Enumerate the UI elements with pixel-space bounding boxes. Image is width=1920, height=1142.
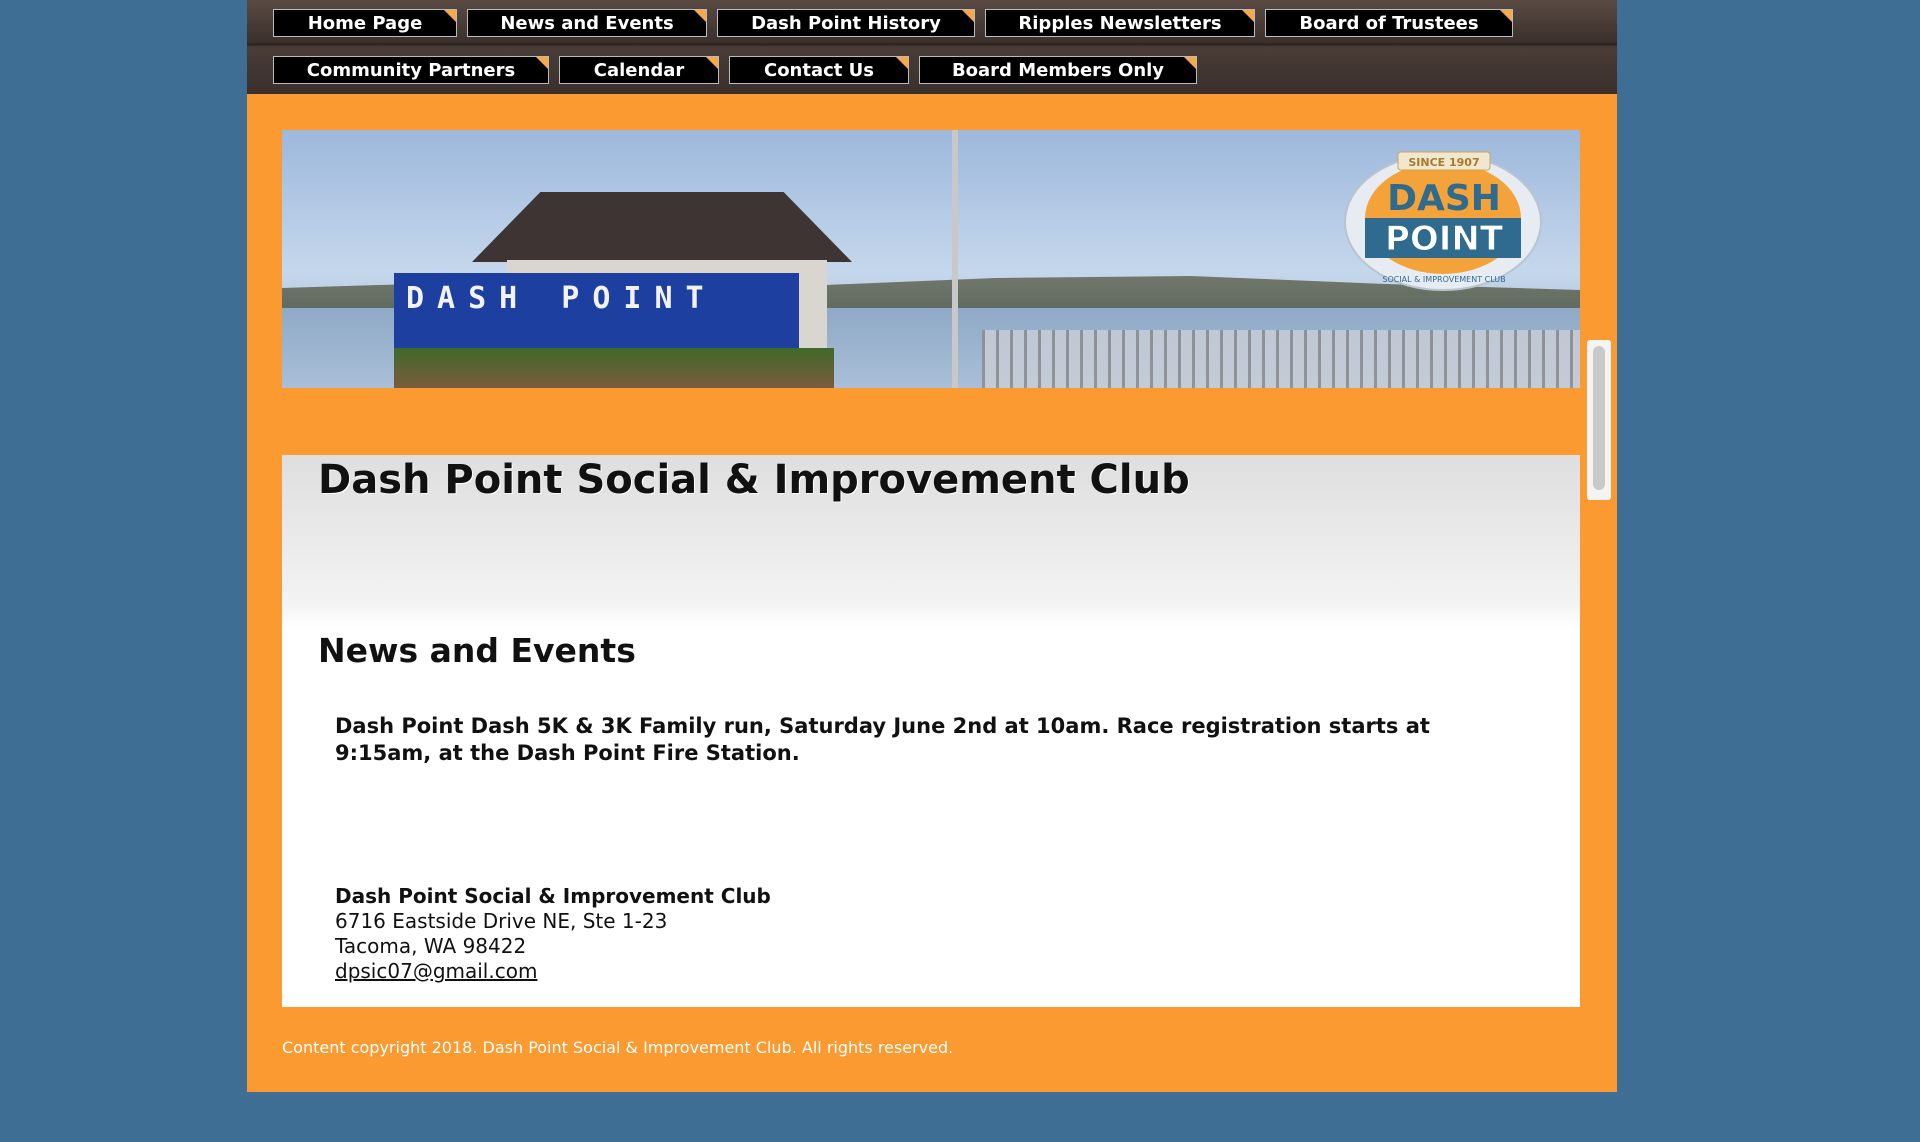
nav-contact-us[interactable]: Contact Us xyxy=(729,56,909,84)
nav-dash-point-history[interactable]: Dash Point History xyxy=(717,9,975,37)
content-panel: Dash Point Social & Improvement Club New… xyxy=(282,455,1580,1007)
nav-row-1: Home Page News and Events Dash Point His… xyxy=(273,9,1513,37)
banner-pier xyxy=(982,330,1580,388)
header-banner-image: DASH POINT SINCE 1907 DASH POINT SOCIAL … xyxy=(282,130,1580,388)
address-city: Tacoma, WA 98422 xyxy=(335,934,527,958)
site-title: Dash Point Social & Improvement Club xyxy=(318,457,1190,503)
logo-point-text: POINT xyxy=(1385,219,1504,259)
address-org-name: Dash Point Social & Improvement Club xyxy=(335,884,771,908)
logo-ring-text: SOCIAL & IMPROVEMENT CLUB xyxy=(1382,275,1505,284)
nav-news-and-events[interactable]: News and Events xyxy=(467,9,707,37)
dash-point-logo: SINCE 1907 DASH POINT SOCIAL & IMPROVEME… xyxy=(1344,151,1542,291)
banner-shed-roof xyxy=(472,192,852,262)
nav-calendar[interactable]: Calendar xyxy=(559,56,719,84)
nav-community-partners[interactable]: Community Partners xyxy=(273,56,549,84)
section-title: News and Events xyxy=(318,631,636,670)
navigation-bar: Home Page News and Events Dash Point His… xyxy=(247,0,1617,94)
page-container: Home Page News and Events Dash Point His… xyxy=(247,0,1617,1092)
scrollbar[interactable] xyxy=(1587,340,1611,500)
scrollbar-thumb[interactable] xyxy=(1593,346,1605,490)
banner-flagpole xyxy=(952,130,958,388)
address-block: Dash Point Social & Improvement Club 671… xyxy=(335,884,771,984)
nav-board-members-only[interactable]: Board Members Only xyxy=(919,56,1197,84)
footer-copyright: Content copyright 2018. Dash Point Socia… xyxy=(282,1038,954,1057)
banner-bushes xyxy=(394,348,834,388)
email-link[interactable]: dpsic07@gmail.com xyxy=(335,959,537,983)
nav-row-2: Community Partners Calendar Contact Us B… xyxy=(273,56,1197,84)
logo-dash-text: DASH xyxy=(1387,178,1501,219)
event-announcement: Dash Point Dash 5K & 3K Family run, Satu… xyxy=(335,714,1430,765)
address-street: 6716 Eastside Drive NE, Ste 1-23 xyxy=(335,909,668,933)
logo-since-text: SINCE 1907 xyxy=(1408,156,1479,169)
nav-home-page[interactable]: Home Page xyxy=(273,9,457,37)
nav-board-of-trustees[interactable]: Board of Trustees xyxy=(1265,9,1513,37)
nav-ripples-newsletters[interactable]: Ripples Newsletters xyxy=(985,9,1255,37)
